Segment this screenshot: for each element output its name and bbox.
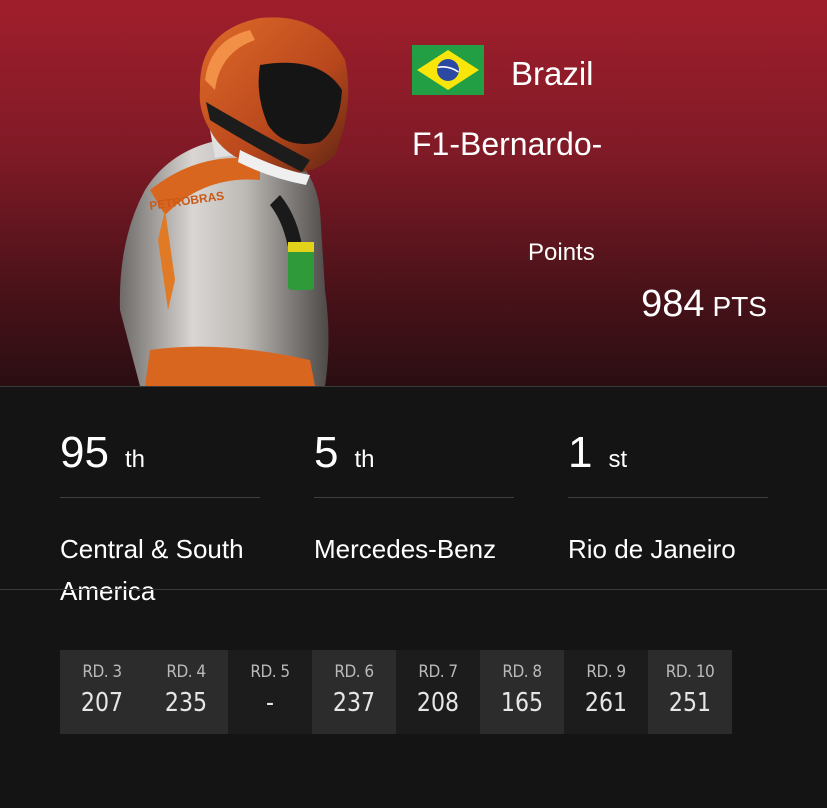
round-label: RD. 7 (418, 662, 458, 682)
round-label: RD. 4 (166, 662, 206, 682)
manufacturer-rank[interactable]: 5 th Mercedes-Benz (314, 429, 514, 570)
round-label: RD. 5 (250, 662, 290, 682)
round-label: RD. 6 (334, 662, 374, 682)
rank-label: Rio de Janeiro (568, 534, 736, 564)
round-score: - (266, 688, 274, 718)
round-score: 165 (500, 688, 544, 718)
round-cell: RD. 6 237 (312, 650, 396, 734)
rank-label: Central & South America (60, 534, 244, 606)
rank-number: 5 (314, 428, 339, 477)
rank-label: Mercedes-Benz (314, 534, 497, 564)
round-cell: RD. 4 235 (144, 650, 228, 734)
driver-figure: PETROBRAS (119, 17, 349, 386)
rank-suffix: th (124, 446, 145, 473)
round-cell: RD. 10 251 (648, 650, 732, 734)
rank-number: 1 (568, 428, 593, 477)
city-rank[interactable]: 1 st Rio de Janeiro (568, 429, 768, 570)
regional-rank[interactable]: 95 th Central & South America (60, 429, 260, 612)
driver-name: F1-Bernardo- (412, 126, 603, 162)
country-name: Brazil (511, 55, 594, 92)
rank-suffix: th (354, 446, 375, 473)
section-divider (0, 589, 827, 590)
rank-number: 95 (60, 428, 109, 477)
round-cell: RD. 9 261 (564, 650, 648, 734)
brazil-flag-icon (412, 45, 484, 95)
points-value: 984 PTS (641, 282, 767, 329)
points-unit: PTS (712, 291, 767, 322)
rankings-section: 95 th Central & South America 5 th Mercede… (0, 387, 827, 606)
round-score: 208 (416, 688, 460, 718)
round-label: RD. 8 (502, 662, 542, 682)
round-label: RD. 9 (586, 662, 626, 682)
round-cell: RD. 5 - (228, 650, 312, 734)
divider (568, 497, 768, 498)
round-cell: RD. 7 208 (396, 650, 480, 734)
round-label: RD. 10 (665, 662, 715, 682)
round-score: 261 (584, 688, 628, 718)
round-score: 207 (80, 688, 124, 718)
profile-header: PETROBRAS Brazil F1-Bernardo- Points 984… (0, 0, 827, 386)
round-score: 251 (668, 688, 712, 718)
round-cell: RD. 3 207 (60, 650, 144, 734)
points-label: Points (528, 239, 595, 266)
rank-suffix: st (608, 446, 628, 473)
round-label: RD. 3 (82, 662, 122, 682)
divider (60, 497, 260, 498)
round-score: 235 (164, 688, 208, 718)
points-number: 984 (641, 283, 705, 325)
round-scores: RD. 3 207 RD. 4 235 RD. 5 - RD. 6 237 RD… (60, 650, 732, 734)
divider (314, 497, 514, 498)
round-score: 237 (332, 688, 376, 718)
round-cell: RD. 8 165 (480, 650, 564, 734)
